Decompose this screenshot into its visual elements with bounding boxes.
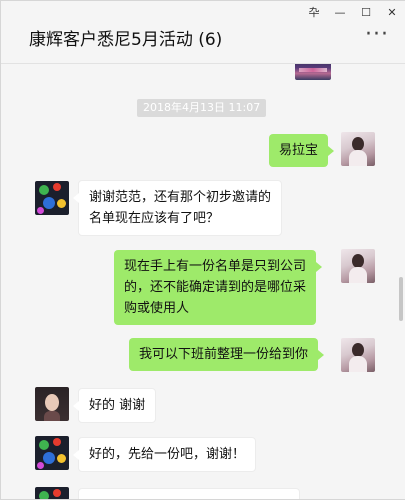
- message-text-line: 好的 谢谢: [89, 398, 146, 413]
- message-bubble-incoming[interactable]: 好的 谢谢: [72, 388, 157, 423]
- message-bubble-outgoing[interactable]: 现在手上有一份名单是只到公司 的，还不能确定请到的是哪位采 购或使用人: [114, 250, 323, 325]
- avatar-contact-girl[interactable]: [35, 387, 69, 421]
- minimize-button[interactable]: —: [327, 3, 353, 23]
- message-text-line: 我可以下班前整理一份给到你: [139, 347, 309, 362]
- message-list[interactable]: 2018年4月13日 11:07 易拉宝 谢谢范范，还有那个初步邀请的 名单现在…: [1, 64, 405, 499]
- message-bubble-outgoing[interactable]: 易拉宝: [269, 134, 335, 167]
- avatar-contact-art[interactable]: [35, 181, 69, 215]
- message-text-line: 名单现在应该有了吧？: [89, 211, 220, 226]
- message-text-line: 好的，先给一份吧，谢谢！: [89, 447, 246, 462]
- message-bubble-outgoing[interactable]: 我可以下班前整理一份给到你: [129, 338, 325, 371]
- message-text-line: 的，还不能确定请到的是哪位采: [124, 280, 307, 295]
- message-text-line: 购或使用人: [124, 301, 190, 316]
- message-bubble-incoming[interactable]: 谢谢范范，还有那个初步邀请的 名单现在应该有了吧？: [72, 180, 283, 236]
- pin-icon[interactable]: 卆: [301, 3, 327, 23]
- chat-window: 卆 — ☐ ✕ 康辉客户悉尼5月活动 (6) ··· 2018年4月13日 11…: [0, 0, 405, 500]
- chat-title: 康辉客户悉尼5月活动 (6): [29, 30, 223, 50]
- avatar-self[interactable]: [341, 132, 375, 166]
- chat-scrollbar[interactable]: [399, 277, 403, 321]
- message-timestamp: 2018年4月13日 11:07: [137, 99, 267, 117]
- title-bar: 卆 — ☐ ✕ 康辉客户悉尼5月活动 (6) ···: [1, 1, 405, 64]
- avatar-self[interactable]: [341, 338, 375, 372]
- message-bubble-incoming[interactable]: 好的，先给一份吧，谢谢！: [72, 437, 257, 472]
- more-options-icon[interactable]: ···: [365, 24, 389, 46]
- maximize-button[interactable]: ☐: [353, 3, 379, 23]
- avatar-contact-art[interactable]: [35, 487, 69, 499]
- message-text-line: 谢谢范范，还有那个初步邀请的: [89, 190, 272, 205]
- message-bubble-incoming[interactable]: [78, 488, 300, 499]
- message-text-line: 易拉宝: [279, 143, 319, 158]
- message-text-line: 现在手上有一份名单是只到公司: [124, 259, 307, 274]
- close-button[interactable]: ✕: [379, 3, 405, 23]
- image-message-thumbnail[interactable]: [295, 64, 331, 80]
- avatar-contact-art[interactable]: [35, 436, 69, 470]
- avatar-self[interactable]: [341, 249, 375, 283]
